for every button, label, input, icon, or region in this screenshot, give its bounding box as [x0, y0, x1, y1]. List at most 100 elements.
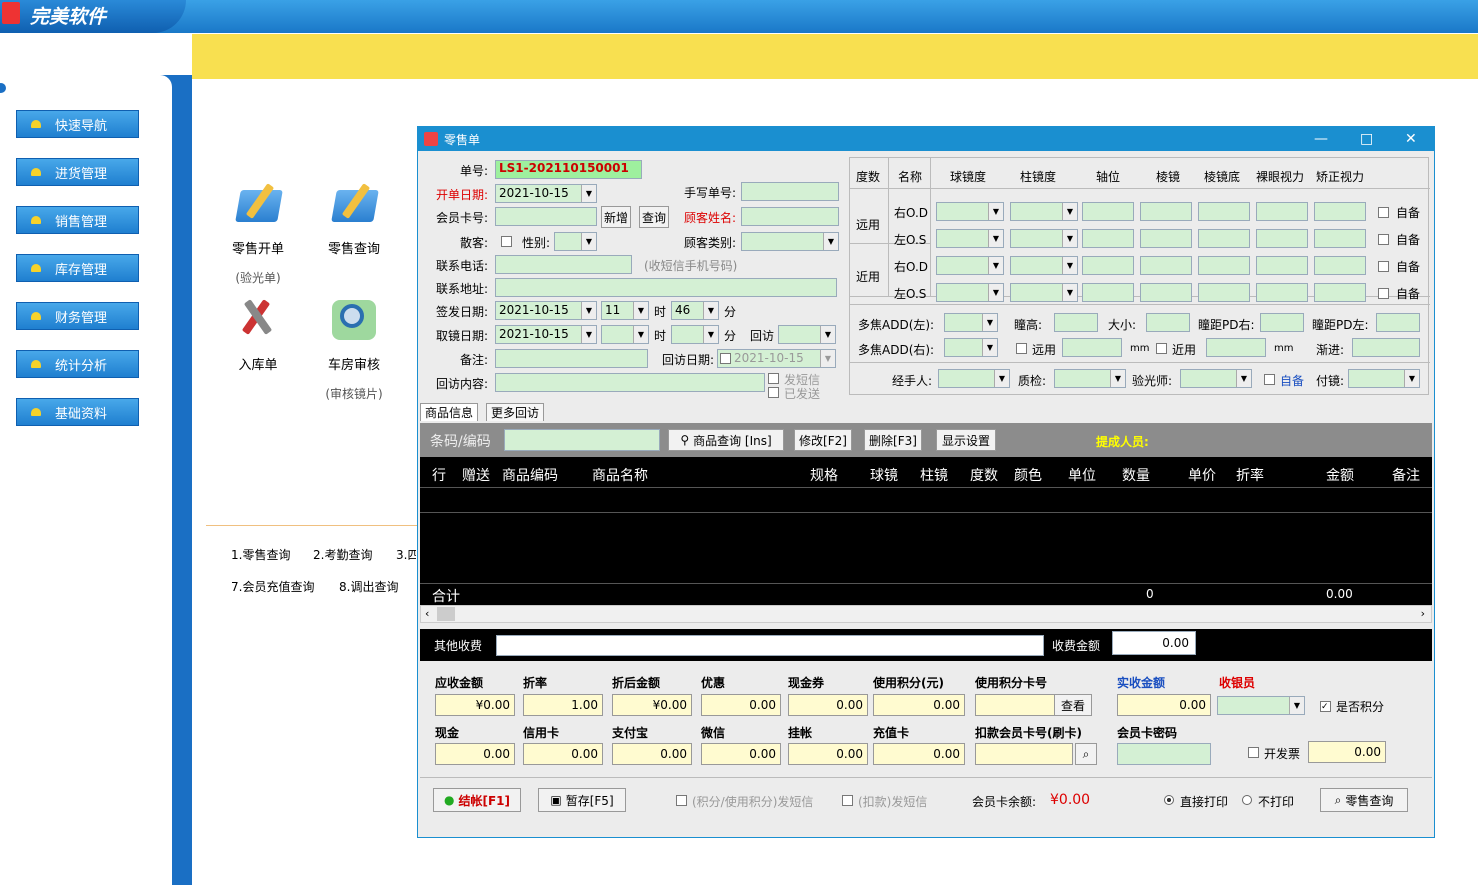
add-left-select[interactable]: ▼ [944, 313, 998, 332]
scroll-left-icon[interactable]: ‹ [425, 607, 429, 620]
self-checkbox[interactable] [1378, 261, 1389, 272]
rx-field[interactable] [1314, 229, 1366, 248]
sms-checkbox[interactable] [768, 373, 779, 384]
card-password-field[interactable] [1117, 743, 1211, 765]
rx-field[interactable] [1198, 229, 1250, 248]
actual-amount-field[interactable]: 0.00 [1117, 694, 1211, 716]
payment-method-field[interactable]: 0.00 [523, 743, 603, 765]
rx-field[interactable] [1140, 229, 1192, 248]
phone-field[interactable] [495, 255, 632, 274]
amount-field[interactable]: 0.00 [788, 694, 868, 716]
revisit-date-checkbox[interactable] [720, 353, 731, 364]
horizontal-scrollbar[interactable]: ‹ › [420, 605, 1432, 623]
direct-print-radio[interactable] [1164, 795, 1174, 805]
size-field[interactable] [1146, 313, 1190, 332]
tab-goods-info[interactable]: 商品信息 [420, 403, 479, 421]
new-member-button[interactable]: 新增 [601, 206, 631, 228]
cashier-select[interactable]: ▼ [1217, 696, 1305, 715]
sidebar-item-quick-nav[interactable]: 快速导航 [16, 110, 139, 138]
sidebar-item-sales[interactable]: 销售管理 [16, 206, 139, 234]
order-no-field[interactable]: LS1-202110150001 [495, 160, 642, 179]
shortcut-retail-query[interactable]: 零售查询 [309, 180, 399, 257]
no-print-radio[interactable] [1242, 795, 1252, 805]
minimize-button[interactable]: — [1314, 131, 1328, 147]
near-field[interactable] [1206, 338, 1266, 357]
revisit-date-picker[interactable]: 2021-10-15 ▼ [717, 349, 836, 368]
points-checkbox[interactable]: ✓ [1320, 701, 1331, 712]
issue-date-picker[interactable]: 2021-10-15 ▼ [495, 301, 597, 320]
scroll-right-icon[interactable]: › [1421, 607, 1425, 620]
sidebar-item-base-data[interactable]: 基础资料 [16, 398, 139, 426]
other-fee-field[interactable] [496, 635, 1044, 656]
view-button[interactable]: 查看 [1054, 694, 1092, 716]
cylinder-select[interactable]: ▼ [1010, 202, 1078, 221]
qc-select[interactable]: ▼ [1054, 369, 1126, 388]
rx-field[interactable] [1256, 229, 1308, 248]
sidebar-item-purchase[interactable]: 进货管理 [16, 158, 139, 186]
issue-minute-select[interactable]: 46 ▼ [671, 301, 719, 320]
revisit-content-field[interactable] [495, 373, 765, 392]
payment-method-field[interactable]: 0.00 [612, 743, 692, 765]
amount-field[interactable]: 1.00 [523, 694, 603, 716]
address-field[interactable] [495, 278, 837, 297]
rx-field[interactable] [1082, 229, 1134, 248]
display-settings-button[interactable]: 显示设置 [936, 429, 996, 451]
modify-button[interactable]: 修改[F2] [794, 429, 852, 451]
tab-more-revisit[interactable]: 更多回访 [486, 403, 545, 421]
payment-method-field[interactable]: 0.00 [435, 743, 515, 765]
revisit-select[interactable]: ▼ [778, 325, 836, 344]
far-checkbox[interactable] [1016, 343, 1027, 354]
rx-field[interactable] [1256, 283, 1308, 302]
pd-right-field[interactable] [1260, 313, 1304, 332]
quicklink[interactable]: 1.零售查询 [231, 546, 290, 563]
quicklink[interactable]: 3.四 [396, 546, 416, 563]
hold-button[interactable]: ▣ 暂存[F5] [538, 788, 626, 812]
self-checkbox[interactable] [1378, 207, 1389, 218]
rx-field[interactable] [1198, 283, 1250, 302]
self-fit-checkbox[interactable] [1264, 374, 1275, 385]
maximize-button[interactable]: □ [1360, 131, 1373, 147]
rx-field[interactable] [1140, 202, 1192, 221]
open-date-picker[interactable]: 2021-10-15 ▼ [495, 184, 597, 203]
sent-checkbox[interactable] [768, 387, 779, 398]
rx-field[interactable] [1082, 202, 1134, 221]
self-checkbox[interactable] [1378, 234, 1389, 245]
amount-field[interactable]: 0.00 [873, 694, 965, 716]
pupil-height-field[interactable] [1054, 313, 1098, 332]
amount-field[interactable]: ¥0.00 [435, 694, 515, 716]
handler-select[interactable]: ▼ [938, 369, 1010, 388]
sms-deduct-checkbox[interactable] [842, 795, 853, 806]
goods-query-button[interactable]: ⚲ 商品查询 [Ins] [668, 429, 784, 451]
pd-left-field[interactable] [1376, 313, 1420, 332]
amount-field[interactable]: 0.00 [701, 694, 781, 716]
rx-field[interactable] [1314, 256, 1366, 275]
pickup-date-picker[interactable]: 2021-10-15 ▼ [495, 325, 597, 344]
payment-method-field[interactable]: 0.00 [701, 743, 781, 765]
quicklink[interactable]: 2.考勤查询 [313, 546, 372, 563]
far-field[interactable] [1062, 338, 1122, 357]
deduct-card-field[interactable] [975, 743, 1073, 765]
invoice-checkbox[interactable] [1248, 747, 1259, 758]
card-lookup-button[interactable]: ⌕ [1075, 743, 1097, 765]
cylinder-select[interactable]: ▼ [1010, 256, 1078, 275]
invoice-amount-field[interactable]: 0.00 [1308, 741, 1386, 763]
sphere-select[interactable]: ▼ [936, 283, 1004, 302]
manual-no-field[interactable] [741, 182, 839, 201]
payment-method-field[interactable]: 0.00 [788, 743, 868, 765]
fee-amount-field[interactable]: 0.00 [1112, 631, 1196, 655]
gender-select[interactable]: ▼ [554, 232, 597, 251]
sphere-select[interactable]: ▼ [936, 256, 1004, 275]
optometrist-select[interactable]: ▼ [1180, 369, 1252, 388]
query-member-button[interactable]: 查询 [639, 206, 669, 228]
amount-field[interactable]: ¥0.00 [612, 694, 692, 716]
cylinder-select[interactable]: ▼ [1010, 283, 1078, 302]
issue-hour-select[interactable]: 11 ▼ [601, 301, 649, 320]
shortcut-retail-order[interactable]: 零售开单 (验光单) [213, 180, 303, 286]
add-right-select[interactable]: ▼ [944, 338, 998, 357]
rx-field[interactable] [1082, 283, 1134, 302]
pickup-minute-select[interactable]: ▼ [671, 325, 719, 344]
customer-name-field[interactable] [741, 207, 839, 226]
note-field[interactable] [495, 349, 648, 368]
sidebar-item-inventory[interactable]: 库存管理 [16, 254, 139, 282]
rx-field[interactable] [1256, 202, 1308, 221]
